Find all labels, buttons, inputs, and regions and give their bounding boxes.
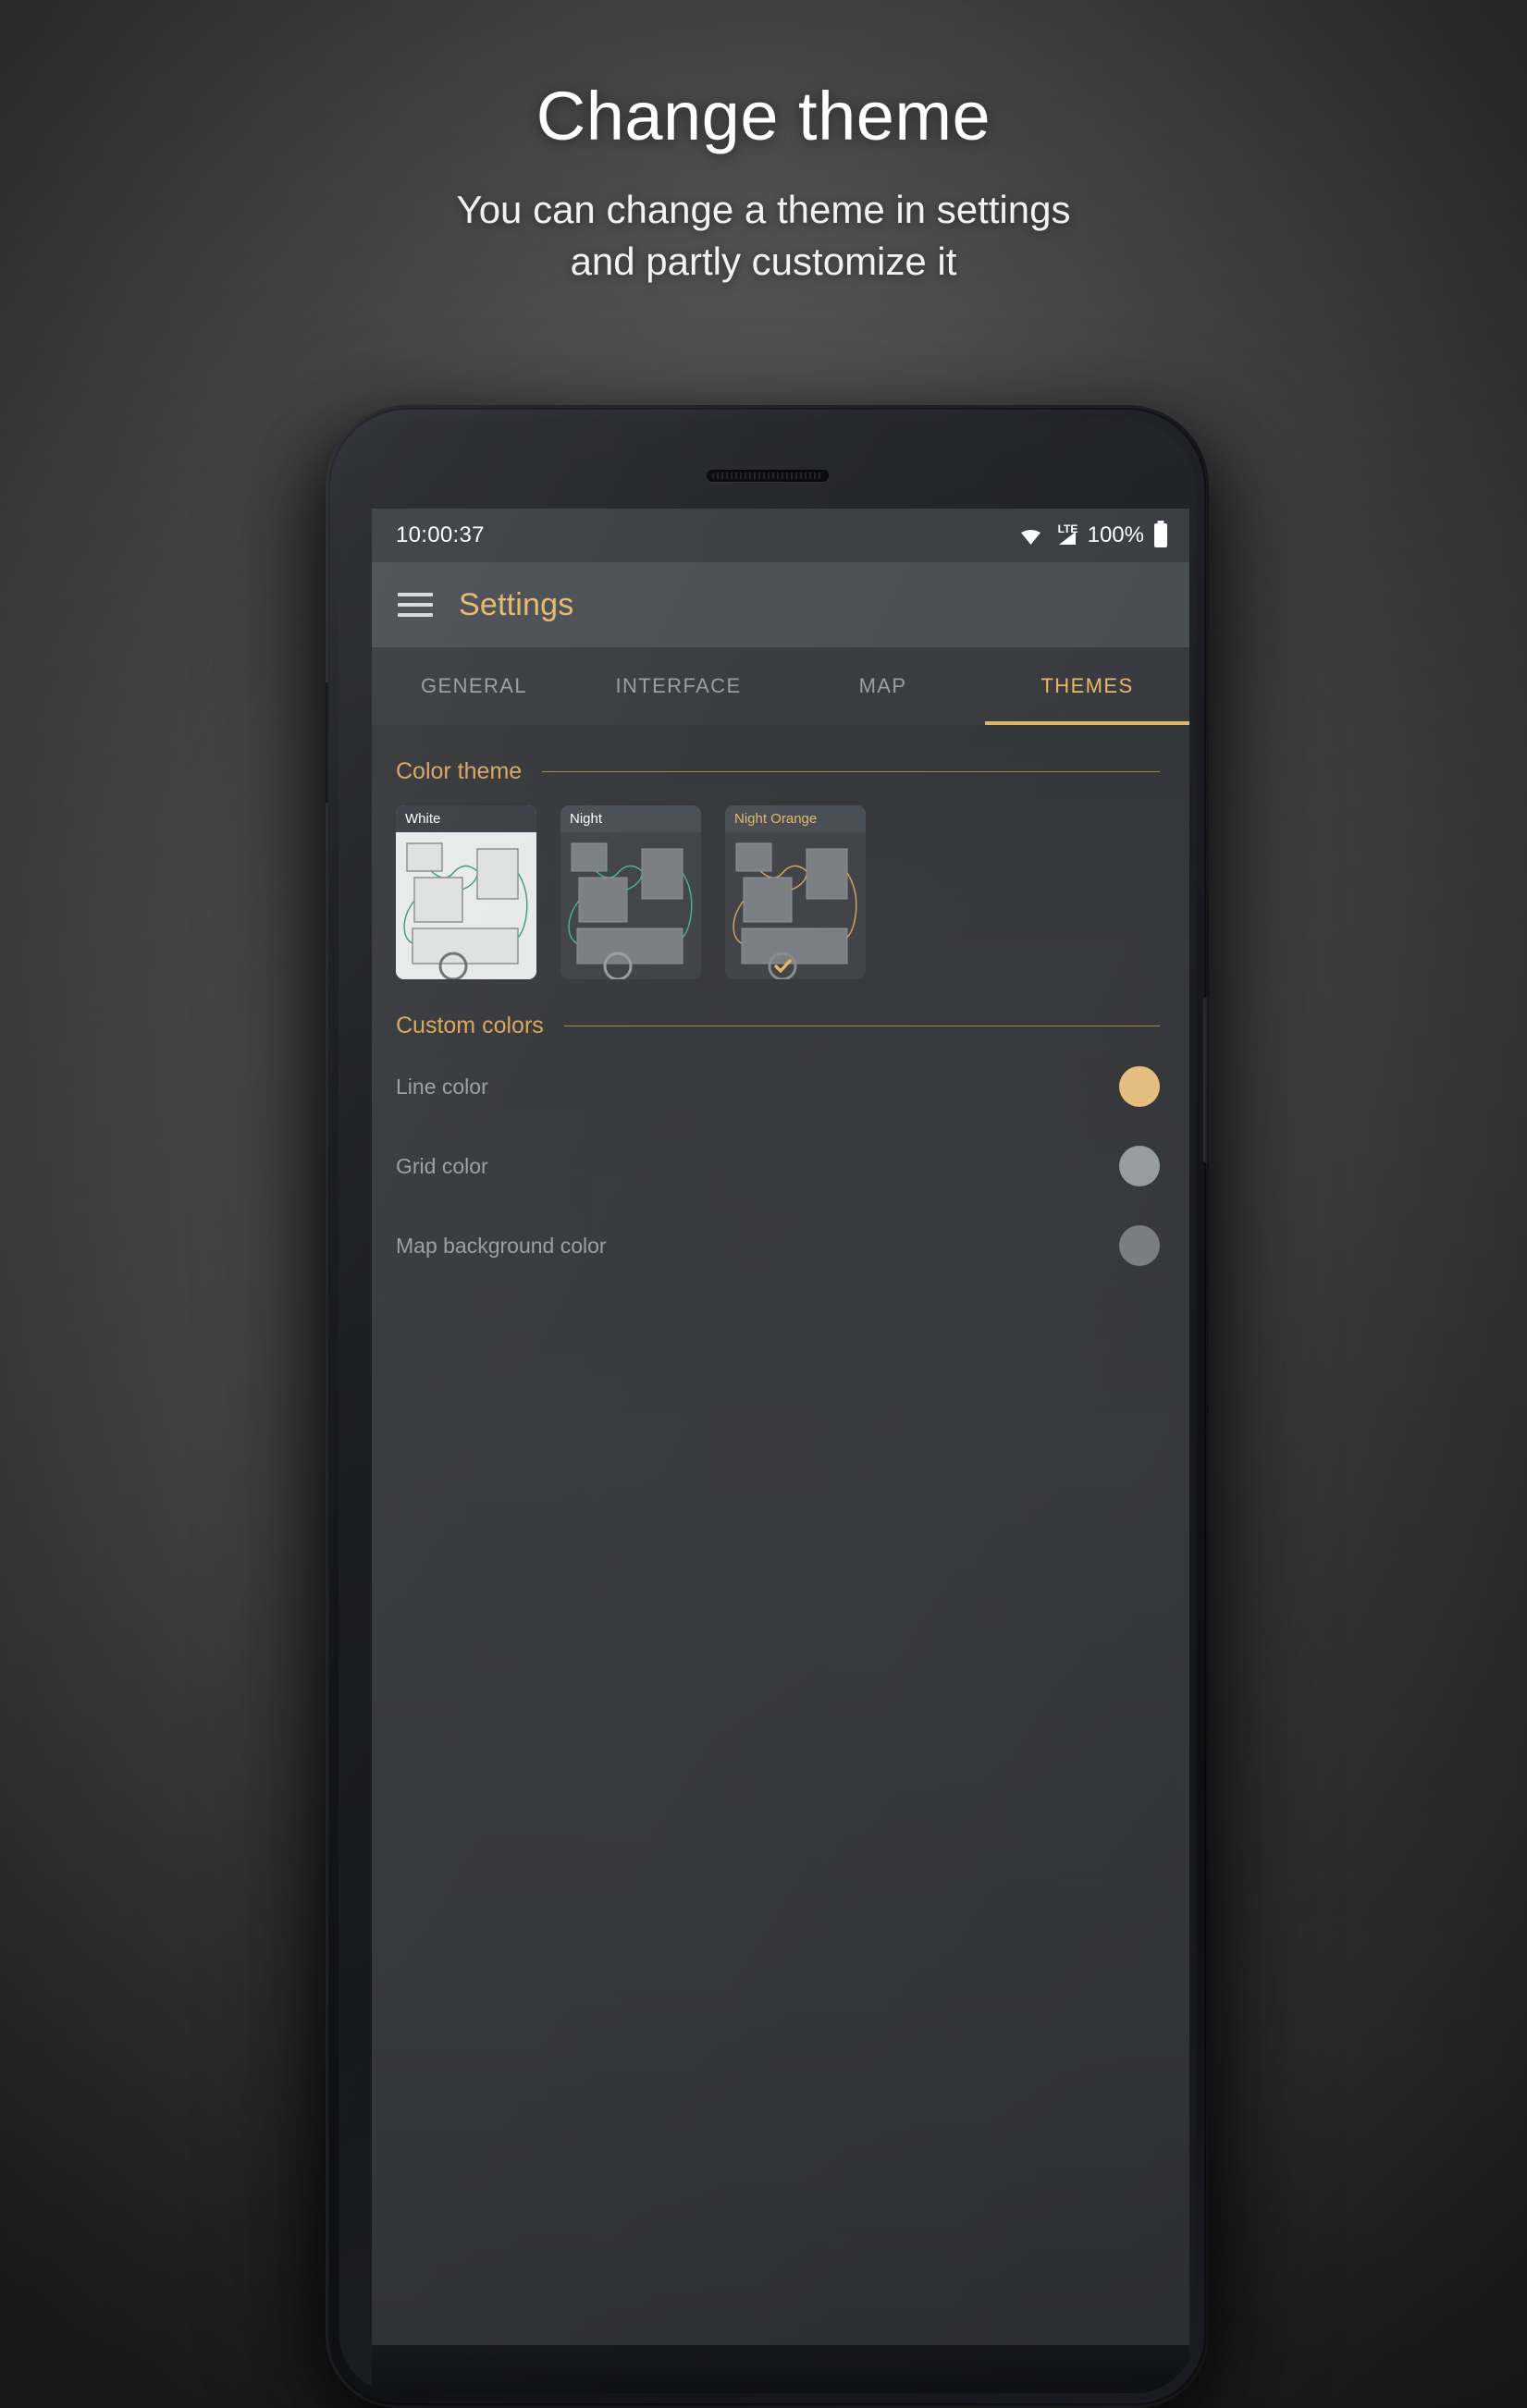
tab-interface[interactable]: INTERFACE [576,647,781,725]
hamburger-menu-icon[interactable] [398,593,433,617]
phone-side-button-left[interactable] [326,682,330,803]
theme-card-white[interactable]: White [396,805,536,979]
page-title: Change theme [536,78,991,154]
tab-map-label: MAP [858,674,907,697]
theme-card-white-preview [396,832,536,979]
line-color-label: Line color [396,1074,488,1099]
custom-colors-section-header: Custom colors [396,979,1165,1039]
custom-colors-section-label: Custom colors [396,1013,544,1038]
tab-general[interactable]: GENERAL [372,647,576,725]
theme-card-night-orange-preview [725,832,866,979]
hamburger-line [398,593,433,596]
tab-map[interactable]: MAP [781,647,985,725]
color-theme-section-label: Color theme [396,758,523,784]
app-bar: Settings [372,562,1189,647]
theme-selected-check-icon [768,952,797,979]
phone-screen-glass: 10:00:37 LTE 100% Settings GENERAL INTER… [339,420,1196,2393]
status-bar: 10:00:37 LTE 100% [372,509,1189,562]
status-bar-clock: 10:00:37 [396,522,485,547]
status-bar-indicators: LTE 100% [1018,522,1167,548]
theme-card-night[interactable]: Night [560,805,701,979]
map-background-color-label: Map background color [396,1233,607,1258]
color-theme-card-list: White Night Night Orange [396,805,1165,979]
phone-device: 10:00:37 LTE 100% Settings GENERAL INTER… [326,405,1209,2408]
theme-card-night-title: Night [560,805,701,832]
custom-color-row-map-background-color[interactable]: Map background color [396,1206,1165,1285]
app-bar-title: Settings [459,586,574,622]
cellular-signal-icon: LTE [1053,522,1078,547]
grid-color-swatch[interactable] [1119,1146,1160,1186]
battery-icon [1154,523,1167,547]
tab-interface-label: INTERFACE [615,674,742,697]
section-divider [542,771,1160,772]
page-subtitle: You can change a theme in settings and p… [0,184,1527,287]
custom-color-row-grid-color[interactable]: Grid color [396,1126,1165,1206]
hamburger-line [398,613,433,617]
tab-general-label: GENERAL [421,674,527,697]
custom-color-row-line-color[interactable]: Line color [396,1047,1165,1126]
tab-themes-label: THEMES [1041,674,1134,697]
color-theme-section-header: Color theme [396,725,1165,785]
phone-bottom-chin [372,2345,1189,2393]
custom-colors-list: Line color Grid color Map background col… [396,1047,1165,1285]
page-subtitle-line-1: You can change a theme in settings [456,188,1071,232]
grid-color-label: Grid color [396,1153,488,1178]
promo-headings: Change theme You can change a theme in s… [0,0,1527,287]
tab-themes[interactable]: THEMES [985,647,1189,725]
earpiece-speaker-icon [706,470,829,482]
network-type-label: LTE [1057,522,1078,535]
themes-tab-content: Color theme White Night Night Orange Cus… [372,725,1189,2345]
settings-tab-bar: GENERAL INTERFACE MAP THEMES [372,647,1189,725]
theme-card-night-orange-title: Night Orange [725,805,866,832]
map-background-color-swatch[interactable] [1119,1225,1160,1266]
line-color-swatch[interactable] [1119,1066,1160,1107]
theme-card-white-title: White [396,805,536,832]
battery-percent-label: 100% [1087,522,1144,547]
hamburger-line [398,603,433,607]
app-screen: 10:00:37 LTE 100% Settings GENERAL INTER… [372,509,1189,2345]
page-subtitle-line-2: and partly customize it [570,239,957,283]
wifi-icon [1018,525,1043,546]
theme-card-night-preview [560,832,701,979]
phone-side-button-right[interactable] [1203,997,1209,1163]
theme-card-night-orange[interactable]: Night Orange [725,805,866,979]
